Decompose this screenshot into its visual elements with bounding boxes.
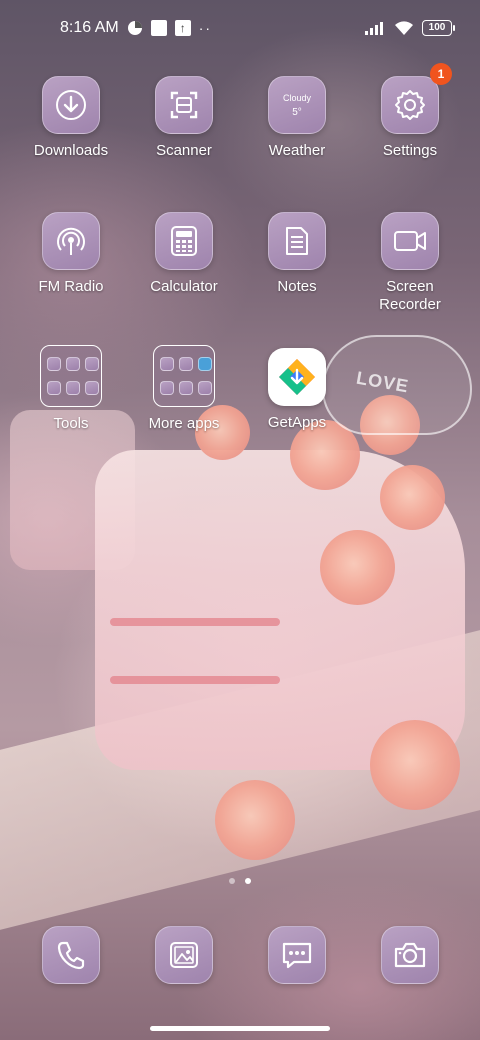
data-saver-icon bbox=[127, 20, 143, 36]
download-icon[interactable] bbox=[42, 76, 100, 134]
app-notes[interactable]: Notes bbox=[242, 212, 352, 296]
app-label: FM Radio bbox=[38, 278, 104, 295]
app-label: Weather bbox=[268, 142, 326, 159]
video-camera-icon[interactable] bbox=[381, 212, 439, 270]
app-weather[interactable]: Cloudy 5° Weather bbox=[242, 76, 352, 160]
mini-app-icon bbox=[47, 356, 61, 371]
wifi-icon bbox=[394, 20, 414, 36]
calculator-icon[interactable] bbox=[155, 212, 213, 270]
app-label: Notes bbox=[277, 278, 317, 295]
upload-icon: ↑ bbox=[174, 20, 191, 36]
app-label: Calculator bbox=[150, 278, 218, 295]
mini-app-icon bbox=[198, 356, 212, 371]
more-dots-icon: ·· bbox=[198, 20, 213, 36]
app-screen-recorder[interactable]: Screen Recorder bbox=[355, 212, 465, 314]
wallpaper-rose bbox=[215, 780, 295, 860]
weather-widget-icon[interactable]: Cloudy 5° bbox=[268, 76, 326, 134]
wallpaper-rose bbox=[320, 530, 395, 605]
mini-app-icon bbox=[66, 356, 80, 371]
mini-app-icon bbox=[66, 381, 80, 396]
scan-icon[interactable] bbox=[155, 76, 213, 134]
weather-temp: 5° bbox=[292, 106, 302, 118]
mini-app-icon bbox=[179, 381, 193, 396]
signal-icon bbox=[364, 21, 386, 35]
gallery-icon[interactable] bbox=[155, 926, 213, 984]
wallpaper-cake-layer bbox=[110, 676, 280, 684]
notification-badge: 1 bbox=[430, 63, 452, 85]
mini-app-icon bbox=[198, 381, 212, 396]
camera-icon[interactable] bbox=[381, 926, 439, 984]
app-label: Scanner bbox=[156, 142, 212, 159]
phone-icon[interactable] bbox=[42, 926, 100, 984]
mini-app-icon bbox=[160, 356, 174, 371]
app-calculator[interactable]: Calculator bbox=[129, 212, 239, 296]
mini-app-icon bbox=[85, 356, 99, 371]
app-getapps[interactable]: GetApps bbox=[242, 348, 352, 432]
app-label: Tools bbox=[53, 415, 89, 432]
app-label: Settings bbox=[382, 142, 438, 159]
folder-icon[interactable] bbox=[153, 345, 215, 407]
messages-icon[interactable] bbox=[268, 926, 326, 984]
app-label: More apps bbox=[148, 415, 220, 432]
page-dot-active[interactable] bbox=[245, 878, 251, 884]
notification-square-icon bbox=[150, 20, 167, 36]
wallpaper-rose bbox=[380, 465, 445, 530]
app-scanner[interactable]: Scanner bbox=[129, 76, 239, 160]
app-fm-radio[interactable]: FM Radio bbox=[16, 212, 126, 296]
page-dot[interactable] bbox=[229, 878, 235, 884]
weather-condition: Cloudy bbox=[282, 92, 311, 103]
status-bar: 8:16 AM ↑ ·· 100 bbox=[0, 0, 480, 56]
notes-icon[interactable] bbox=[268, 212, 326, 270]
mini-app-icon bbox=[47, 381, 61, 396]
wallpaper-cake-layer bbox=[110, 618, 280, 626]
dock bbox=[0, 926, 480, 986]
app-label: Downloads bbox=[33, 142, 109, 159]
page-indicator bbox=[0, 878, 480, 884]
app-label: Screen Recorder bbox=[379, 278, 441, 313]
radio-icon[interactable] bbox=[42, 212, 100, 270]
gear-icon[interactable]: 1 bbox=[381, 63, 452, 134]
battery-icon: 100 bbox=[422, 20, 455, 36]
app-downloads[interactable]: Downloads bbox=[16, 76, 126, 160]
folder-tools[interactable]: Tools bbox=[16, 345, 126, 433]
mini-app-icon bbox=[85, 381, 99, 396]
status-time: 8:16 AM bbox=[60, 19, 119, 36]
wallpaper-rose bbox=[370, 720, 460, 810]
app-label: GetApps bbox=[267, 414, 327, 431]
folder-icon[interactable] bbox=[40, 345, 102, 407]
home-indicator[interactable] bbox=[150, 1026, 330, 1031]
app-settings[interactable]: 1 Settings bbox=[355, 63, 465, 160]
getapps-icon[interactable] bbox=[268, 348, 326, 406]
folder-more-apps[interactable]: More apps bbox=[129, 345, 239, 433]
mini-app-icon bbox=[179, 356, 193, 371]
mini-app-icon bbox=[160, 381, 174, 396]
